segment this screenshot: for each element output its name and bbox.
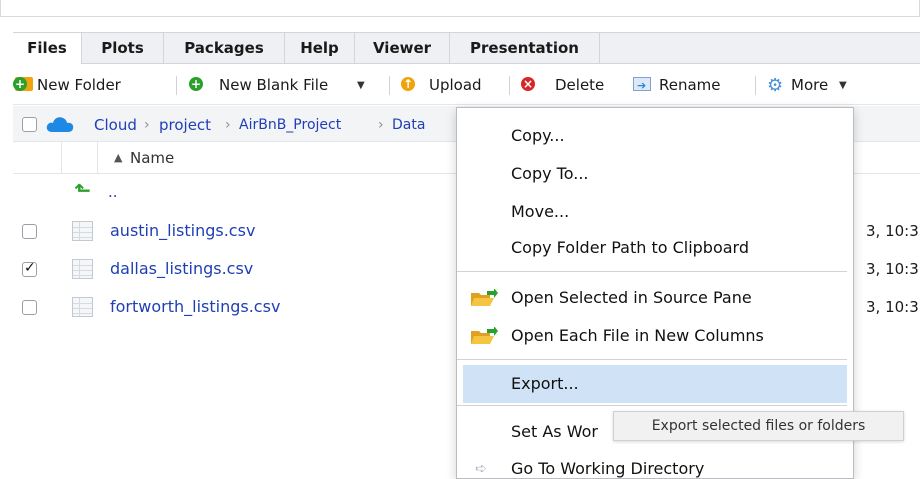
- menu-item-label: Copy...: [511, 126, 565, 145]
- menu-item-label: Export...: [511, 374, 579, 393]
- upper-pane: [0, 0, 920, 17]
- menu-item-label: Copy To...: [511, 164, 589, 183]
- csv-file-icon: [72, 259, 93, 279]
- breadcrumb-separator: ›: [378, 117, 384, 133]
- new-folder-label: New Folder: [37, 76, 121, 94]
- tab-files[interactable]: Files: [13, 33, 82, 65]
- menu-item-open-selected-source[interactable]: Open Selected in Source Pane: [457, 279, 853, 317]
- open-folder-icon: [471, 327, 498, 344]
- tab-packages[interactable]: Packages: [164, 33, 285, 64]
- check-icon: ✓: [24, 260, 36, 276]
- breadcrumb-airbnb-project[interactable]: AirBnB_Project: [239, 106, 341, 142]
- open-folder-icon: [471, 289, 498, 306]
- menu-item-label: Open Each File in New Columns: [511, 326, 764, 345]
- chevron-down-icon: ▼: [839, 80, 847, 91]
- row-checkbox[interactable]: [22, 224, 37, 239]
- toolbar-separator: [176, 76, 177, 95]
- csv-file-icon: [72, 297, 93, 317]
- arrow-right-icon: ➔: [637, 79, 647, 92]
- menu-item-move[interactable]: Move...: [457, 193, 853, 231]
- menu-item-label: Move...: [511, 202, 570, 221]
- file-name-link[interactable]: dallas_listings.csv: [110, 251, 253, 287]
- column-divider: [61, 142, 62, 174]
- delete-label: Delete: [555, 76, 605, 94]
- more-label: More: [791, 76, 829, 94]
- arrow-right-icon: ➪: [475, 461, 487, 477]
- select-all-checkbox[interactable]: [22, 117, 37, 132]
- menu-separator: [457, 405, 847, 406]
- csv-file-icon: [72, 221, 93, 241]
- row-checkbox[interactable]: ✓: [22, 260, 37, 277]
- export-tooltip: Export selected files or folders: [613, 411, 904, 441]
- menu-item-go-to-working-directory[interactable]: ➪ Go To Working Directory: [457, 450, 853, 478]
- upload-icon: ↑: [401, 77, 415, 91]
- tab-viewer[interactable]: Viewer: [355, 33, 450, 64]
- menu-separator: [457, 271, 847, 272]
- row-checkbox[interactable]: [22, 300, 37, 315]
- menu-item-copy[interactable]: Copy...: [457, 117, 853, 155]
- parent-directory-link[interactable]: ..: [108, 177, 118, 207]
- upload-label: Upload: [429, 76, 482, 94]
- sort-ascending-icon: ▲: [114, 151, 123, 164]
- file-modified: 3, 10:3: [866, 222, 919, 240]
- tab-plots[interactable]: Plots: [82, 33, 164, 64]
- menu-item-open-each-file-columns[interactable]: Open Each File in New Columns: [457, 317, 853, 355]
- delete-icon: ×: [521, 77, 535, 91]
- menu-item-label: Go To Working Directory: [511, 459, 705, 478]
- menu-separator: [457, 359, 847, 360]
- tab-presentation[interactable]: Presentation: [450, 33, 600, 64]
- menu-item-label: Copy Folder Path to Clipboard: [511, 238, 750, 257]
- menu-item-copy-to[interactable]: Copy To...: [457, 155, 853, 193]
- breadcrumb-project[interactable]: project: [159, 106, 211, 142]
- breadcrumb-separator: ›: [144, 117, 150, 133]
- new-blank-file-label: New Blank File: [219, 76, 329, 94]
- file-modified: 3, 10:3: [866, 260, 919, 278]
- plus-icon: +: [13, 77, 27, 91]
- tab-help[interactable]: Help: [285, 33, 355, 64]
- up-arrow-icon: ⬑: [74, 178, 91, 202]
- menu-item-label: Open Selected in Source Pane: [511, 288, 752, 307]
- toolbar-separator: [755, 76, 756, 95]
- column-divider: [97, 142, 98, 174]
- pane-tab-bar: Files Plots Packages Help Viewer Present…: [13, 32, 920, 65]
- file-name-link[interactable]: austin_listings.csv: [110, 213, 255, 249]
- toolbar-separator: [389, 76, 390, 95]
- breadcrumb-separator: ›: [225, 117, 231, 133]
- chevron-down-icon: ▼: [357, 80, 365, 91]
- name-column-header[interactable]: Name: [130, 142, 174, 174]
- breadcrumb-data[interactable]: Data: [392, 106, 425, 142]
- gear-icon: ⚙: [767, 75, 784, 96]
- files-toolbar: + New Folder + New Blank File ▼ ↑ Upload…: [13, 64, 920, 105]
- menu-item-copy-folder-path[interactable]: Copy Folder Path to Clipboard: [457, 229, 853, 267]
- file-modified: 3, 10:3: [866, 298, 919, 316]
- toolbar-separator: [509, 76, 510, 95]
- plus-icon: +: [189, 77, 203, 91]
- menu-item-label: Set As Wor: [511, 422, 598, 441]
- breadcrumb-cloud[interactable]: Cloud: [94, 106, 137, 142]
- rename-label: Rename: [659, 76, 721, 94]
- menu-item-export[interactable]: Export...: [463, 365, 847, 403]
- file-name-link[interactable]: fortworth_listings.csv: [110, 289, 280, 325]
- cloud-icon: [46, 117, 74, 132]
